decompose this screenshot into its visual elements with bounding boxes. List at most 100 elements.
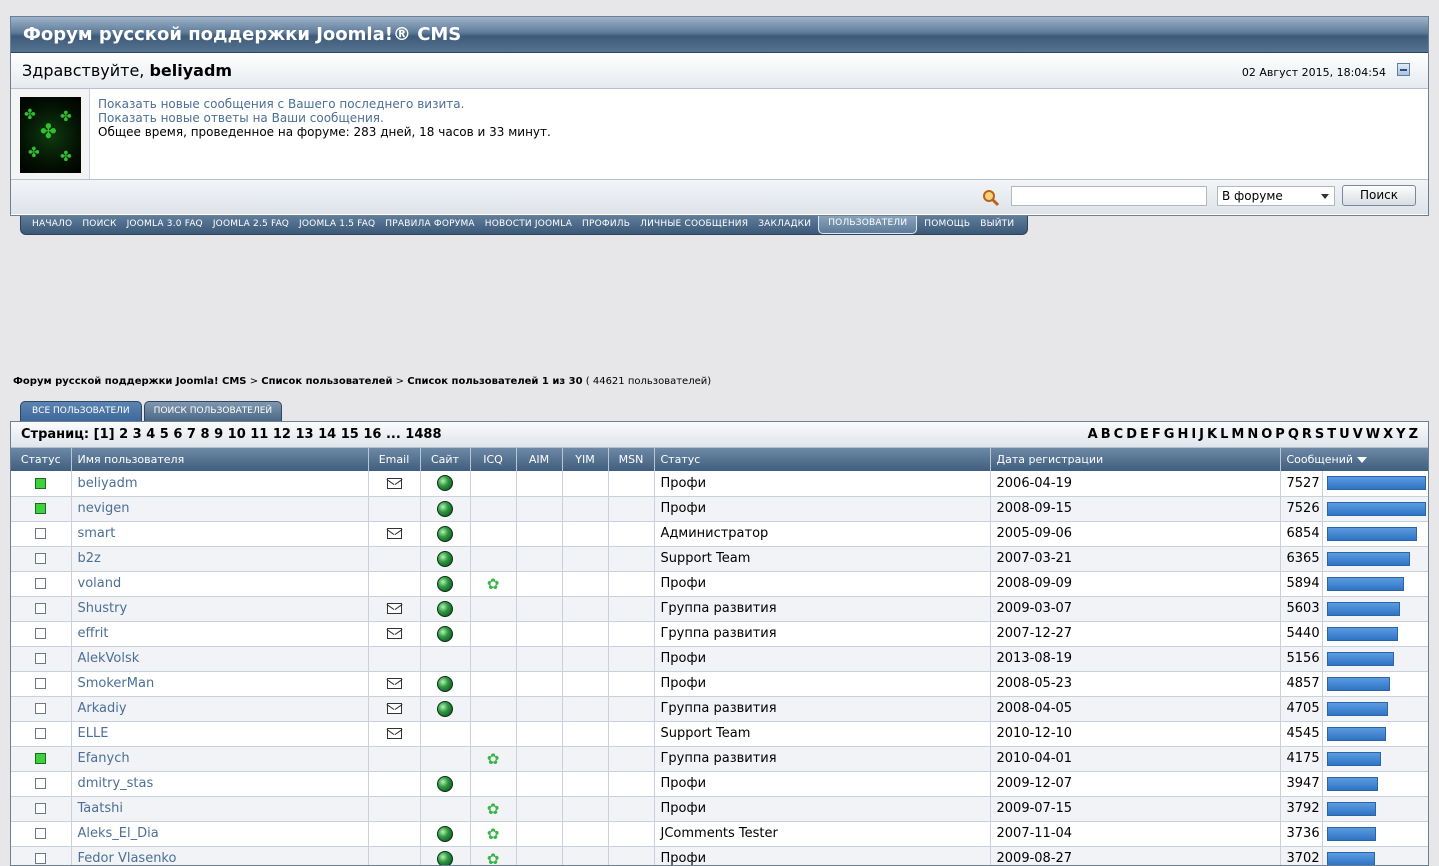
search-icon[interactable]	[982, 189, 1000, 207]
nav-item-9[interactable]: ЗАКЛАДКИ	[753, 216, 816, 234]
username-link[interactable]: dmitry_stas	[71, 771, 368, 796]
letter-filter-d[interactable]: D	[1126, 427, 1137, 442]
letter-filter-v[interactable]: V	[1353, 427, 1363, 442]
globe-icon[interactable]	[437, 576, 453, 592]
col-yim[interactable]: YIM	[562, 448, 608, 471]
letter-filter-h[interactable]: H	[1177, 427, 1188, 442]
username-link[interactable]: ELLE	[71, 721, 368, 746]
envelope-icon[interactable]	[387, 678, 402, 689]
globe-icon[interactable]	[437, 701, 453, 717]
new-posts-link[interactable]: Показать новые сообщения с Вашего послед…	[98, 97, 464, 111]
letter-filter-e[interactable]: E	[1140, 427, 1149, 442]
letter-filter-j[interactable]: J	[1199, 427, 1204, 442]
username-link[interactable]: Efanych	[71, 746, 368, 771]
envelope-icon[interactable]	[387, 478, 402, 489]
icq-flower-icon[interactable]: ✿	[487, 850, 500, 866]
globe-icon[interactable]	[437, 626, 453, 642]
col-posts[interactable]: Сообщений	[1280, 448, 1429, 471]
nav-item-0[interactable]: НАЧАЛО	[27, 216, 77, 234]
username-link[interactable]: Fedor Vlasenko	[71, 846, 368, 866]
nav-item-8[interactable]: ЛИЧНЫЕ СООБЩЕНИЯ	[635, 216, 753, 234]
icq-flower-icon[interactable]: ✿	[487, 825, 500, 843]
nav-item-5[interactable]: ПРАВИЛА ФОРУМА	[380, 216, 480, 234]
collapse-header-button[interactable]	[1397, 63, 1410, 76]
col-msn[interactable]: MSN	[608, 448, 654, 471]
letter-filter-b[interactable]: B	[1101, 427, 1111, 442]
col-site[interactable]: Сайт	[420, 448, 470, 471]
globe-icon[interactable]	[437, 526, 453, 542]
col-aim[interactable]: AIM	[516, 448, 562, 471]
letter-filter-t[interactable]: T	[1327, 427, 1336, 442]
globe-icon[interactable]	[437, 851, 453, 866]
envelope-icon[interactable]	[387, 728, 402, 739]
icq-flower-icon[interactable]: ✿	[487, 750, 500, 768]
letter-filter-o[interactable]: O	[1261, 427, 1272, 442]
envelope-icon[interactable]	[387, 628, 402, 639]
username-link[interactable]: beliyadm	[71, 471, 368, 496]
nav-item-2[interactable]: JOOMLA 3.0 FAQ	[122, 216, 208, 234]
letter-filter-g[interactable]: G	[1164, 427, 1175, 442]
letter-filter-i[interactable]: I	[1191, 427, 1196, 442]
username-link[interactable]: Shustry	[71, 596, 368, 621]
nav-item-6[interactable]: НОВОСТИ JOOMLA	[480, 216, 577, 234]
globe-icon[interactable]	[437, 551, 453, 567]
col-group[interactable]: Статус	[654, 448, 990, 471]
globe-icon[interactable]	[437, 676, 453, 692]
letter-filter-n[interactable]: N	[1247, 427, 1258, 442]
letter-filter-l[interactable]: L	[1220, 427, 1228, 442]
username-link[interactable]: smart	[71, 521, 368, 546]
nav-item-11[interactable]: ПОМОЩЬ	[919, 216, 975, 234]
nav-item-10[interactable]: ПОЛЬЗОВАТЕЛИ	[818, 216, 917, 234]
globe-icon[interactable]	[437, 501, 453, 517]
breadcrumb-userlist[interactable]: Список пользователей	[261, 376, 392, 387]
breadcrumb-forum[interactable]: Форум русской поддержки Joomla! CMS	[13, 376, 247, 387]
nav-item-4[interactable]: JOOMLA 1.5 FAQ	[294, 216, 380, 234]
avatar[interactable]: ✤ ✤ ✤ ✤ ✤	[20, 97, 81, 173]
envelope-icon[interactable]	[387, 703, 402, 714]
letter-filter-q[interactable]: Q	[1288, 427, 1299, 442]
letter-filter-y[interactable]: Y	[1396, 427, 1405, 442]
search-input[interactable]	[1011, 186, 1207, 206]
icq-flower-icon[interactable]: ✿	[487, 575, 500, 593]
letter-filter-x[interactable]: X	[1383, 427, 1393, 442]
globe-icon[interactable]	[437, 826, 453, 842]
nav-item-3[interactable]: JOOMLA 2.5 FAQ	[208, 216, 294, 234]
col-username[interactable]: Имя пользователя	[71, 448, 368, 471]
username-link[interactable]: Aleks_El_Dia	[71, 821, 368, 846]
letter-filter-f[interactable]: F	[1152, 427, 1161, 442]
nav-item-1[interactable]: ПОИСК	[77, 216, 121, 234]
envelope-icon[interactable]	[387, 603, 402, 614]
col-icq[interactable]: ICQ	[470, 448, 516, 471]
letter-filter-z[interactable]: Z	[1409, 427, 1418, 442]
nav-item-7[interactable]: ПРОФИЛЬ	[577, 216, 635, 234]
username-link[interactable]: AlekVolsk	[71, 646, 368, 671]
letter-filter-k[interactable]: K	[1207, 427, 1217, 442]
letter-filter-a[interactable]: A	[1088, 427, 1098, 442]
letter-filter-u[interactable]: U	[1339, 427, 1350, 442]
username-link[interactable]: effrit	[71, 621, 368, 646]
username-link[interactable]: voland	[71, 571, 368, 596]
globe-icon[interactable]	[437, 776, 453, 792]
col-registered[interactable]: Дата регистрации	[990, 448, 1280, 471]
new-replies-link[interactable]: Показать новые ответы на Ваши сообщения.	[98, 111, 384, 125]
search-scope-select[interactable]: В форуме	[1217, 186, 1335, 206]
username-link[interactable]: nevigen	[71, 496, 368, 521]
pager-pages[interactable]: [1] 2 3 4 5 6 7 8 9 10 11 12 13 14 15 16…	[94, 427, 442, 442]
letter-filter-c[interactable]: C	[1114, 427, 1124, 442]
col-status[interactable]: Статус	[11, 448, 71, 471]
username-link[interactable]: b2z	[71, 546, 368, 571]
tab-all-users[interactable]: ВСЕ ПОЛЬЗОВАТЕЛИ	[20, 401, 142, 421]
letter-filter-r[interactable]: R	[1302, 427, 1312, 442]
col-email[interactable]: Email	[368, 448, 420, 471]
letter-filter-p[interactable]: P	[1275, 427, 1285, 442]
icq-flower-icon[interactable]: ✿	[487, 800, 500, 818]
letter-filter-s[interactable]: S	[1315, 427, 1324, 442]
nav-item-12[interactable]: ВЫЙТИ	[975, 216, 1019, 234]
search-button[interactable]: Поиск	[1342, 185, 1416, 206]
globe-icon[interactable]	[437, 475, 453, 491]
username-link[interactable]: Taatshi	[71, 796, 368, 821]
username-link[interactable]: Arkadiy	[71, 696, 368, 721]
tab-search-users[interactable]: ПОИСК ПОЛЬЗОВАТЕЛЕЙ	[144, 401, 282, 421]
globe-icon[interactable]	[437, 601, 453, 617]
username-link[interactable]: SmokerMan	[71, 671, 368, 696]
